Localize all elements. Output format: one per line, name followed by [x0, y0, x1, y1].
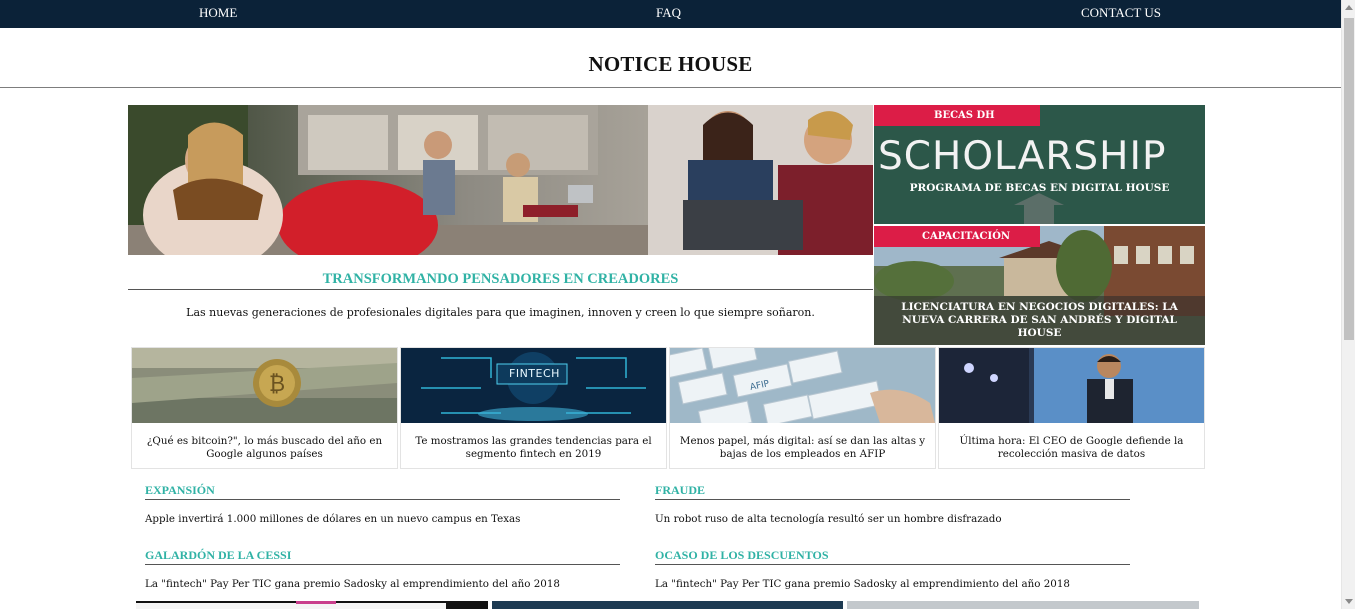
- section-article-link[interactable]: Apple invertirá 1.000 millones de dólare…: [145, 513, 620, 525]
- scholarship-image-text: SCHOLARSHIP: [878, 134, 1167, 179]
- nav-home-link[interactable]: HOME: [199, 5, 237, 21]
- news-card-caption[interactable]: ¿Qué es bitcoin?", lo más buscado del añ…: [138, 435, 391, 460]
- section-heading[interactable]: FRAUDE: [655, 483, 1130, 499]
- section-fraud: FRAUDE Un robot ruso de alta tecnología …: [655, 483, 1130, 525]
- image-overlay-bar: [136, 603, 446, 609]
- section-cessi-award: GALARDÓN DE LA CESSI La "fintech" Pay Pe…: [145, 548, 620, 590]
- nav-faq-link[interactable]: FAQ: [656, 5, 681, 21]
- section-article-link[interactable]: Un robot ruso de alta tecnología resultó…: [655, 513, 1130, 525]
- news-card[interactable]: ₿ ¿Qué es bitcoin?", lo más buscado del …: [131, 347, 398, 469]
- section-discounts: OCASO DE LOS DESCUENTOS La "fintech" Pay…: [655, 548, 1130, 590]
- news-card[interactable]: FINTECH Te mostramos las grandes tendenc…: [400, 347, 667, 469]
- scroll-down-arrow-icon[interactable]: [1345, 599, 1353, 604]
- side-card-caption[interactable]: PROGRAMA DE BECAS EN DIGITAL HOUSE: [874, 182, 1205, 195]
- section-divider: [655, 564, 1130, 565]
- vertical-scrollbar[interactable]: [1341, 0, 1355, 609]
- news-card-caption[interactable]: Menos papel, más digital: así se dan las…: [676, 435, 929, 460]
- next-row-image[interactable]: [847, 601, 1199, 609]
- scrollbar-thumb[interactable]: [1344, 18, 1354, 340]
- section-heading[interactable]: EXPANSIÓN: [145, 483, 620, 499]
- section-expansion: EXPANSIÓN Apple invertirá 1.000 millones…: [145, 483, 620, 525]
- news-card[interactable]: Última hora: El CEO de Google defiende l…: [938, 347, 1205, 469]
- next-row-image[interactable]: [136, 601, 488, 609]
- site-title: NOTICE HOUSE: [588, 52, 753, 76]
- hero-image[interactable]: [128, 105, 873, 255]
- image-accent: [296, 601, 336, 604]
- news-card-image[interactable]: [401, 348, 666, 423]
- hero-photo-illustration: [128, 105, 873, 255]
- svg-text:₿: ₿: [269, 372, 285, 397]
- nav-contact-link[interactable]: CONTACT US: [1081, 5, 1161, 21]
- fintech-image: [401, 348, 666, 423]
- section-divider: [655, 499, 1130, 500]
- fintech-image-text: FINTECH: [509, 367, 560, 380]
- side-card-degree[interactable]: CAPACITACIÓN LICENCIATURA EN NEGOCIOS DI…: [874, 226, 1205, 345]
- section-article-link[interactable]: La "fintech" Pay Per TIC gana premio Sad…: [655, 578, 1130, 590]
- news-card-image[interactable]: [939, 348, 1204, 423]
- section-heading[interactable]: OCASO DE LOS DESCUENTOS: [655, 548, 1130, 564]
- section-article-link[interactable]: La "fintech" Pay Per TIC gana premio Sad…: [145, 578, 620, 590]
- title-divider: [0, 87, 1341, 88]
- news-card[interactable]: AFIP Menos papel, más digital: así se da…: [669, 347, 936, 469]
- section-heading[interactable]: GALARDÓN DE LA CESSI: [145, 548, 620, 564]
- side-card-badge: CAPACITACIÓN: [874, 226, 1040, 247]
- keyboard-image: [670, 348, 935, 423]
- top-navbar: HOME FAQ CONTACT US: [0, 0, 1341, 28]
- scroll-up-arrow-icon[interactable]: [1345, 5, 1353, 10]
- next-row-image[interactable]: [492, 601, 843, 609]
- side-card-badge: BECAS DH: [874, 105, 1040, 126]
- speaker-image: [939, 348, 1204, 423]
- news-card-image[interactable]: [670, 348, 935, 423]
- section-divider: [145, 564, 620, 565]
- bitcoin-image: ₿: [132, 348, 397, 423]
- hero-headline[interactable]: TRANSFORMANDO PENSADORES EN CREADORES: [128, 271, 873, 288]
- news-card-caption[interactable]: Última hora: El CEO de Google defiende l…: [945, 435, 1198, 460]
- side-card-scholarship[interactable]: SCHOLARSHIP BECAS DH PROGRAMA DE BECAS E…: [874, 105, 1205, 224]
- side-card-caption[interactable]: LICENCIATURA EN NEGOCIOS DIGITALES: LA N…: [874, 301, 1205, 340]
- news-card-caption[interactable]: Te mostramos las grandes tendencias para…: [407, 435, 660, 460]
- news-card-image[interactable]: ₿: [132, 348, 397, 423]
- hero-subtitle: Las nuevas generaciones de profesionales…: [186, 306, 815, 319]
- hero-divider: [128, 289, 873, 290]
- section-divider: [145, 499, 620, 500]
